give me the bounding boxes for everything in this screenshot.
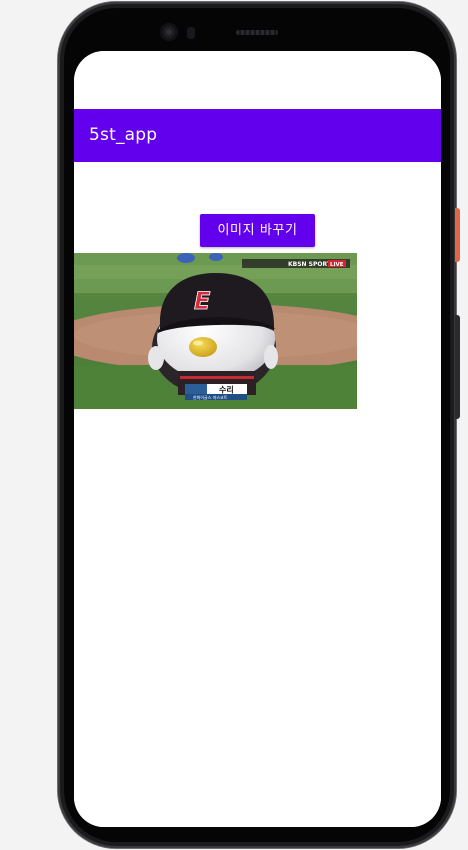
change-image-button[interactable]: 이미지 바꾸기 bbox=[200, 214, 315, 247]
earpiece-speaker bbox=[236, 30, 278, 35]
jersey-stripe bbox=[180, 376, 254, 379]
name-caption: 수리 한화이글스 마스코트 bbox=[185, 384, 247, 400]
player-shadow-left bbox=[177, 253, 195, 263]
live-badge: LIVE bbox=[330, 262, 344, 268]
phone-screen: 5st_app 이미지 바꾸기 KBSN SPORTS LIVE E 수리 한화… bbox=[74, 51, 441, 827]
caption-name: 수리 bbox=[219, 385, 234, 395]
mascot-photo: KBSN SPORTS LIVE E 수리 한화이글스 마스코트 bbox=[74, 253, 357, 409]
power-button[interactable] bbox=[455, 208, 460, 262]
volume-button[interactable] bbox=[455, 315, 460, 419]
mascot-right-wing bbox=[264, 345, 278, 369]
broadcast-overlay: KBSN SPORTS LIVE bbox=[242, 259, 350, 268]
mascot-beak-highlight bbox=[193, 340, 203, 346]
mascot-left-wing bbox=[148, 346, 164, 370]
emulator-window: 5st_app 이미지 바꾸기 KBSN SPORTS LIVE E 수리 한화… bbox=[0, 0, 468, 850]
mascot-beak bbox=[189, 337, 217, 357]
front-camera-icon bbox=[160, 23, 178, 41]
cap-logo: E bbox=[194, 287, 211, 315]
caption-tag bbox=[185, 384, 207, 394]
player-shadow-right bbox=[209, 253, 223, 261]
status-bar bbox=[74, 51, 441, 109]
caption-sub: 한화이글스 마스코트 bbox=[193, 394, 228, 400]
main-content: 이미지 바꾸기 KBSN SPORTS LIVE E 수리 한화이글스 마스코트 bbox=[74, 162, 441, 827]
proximity-sensor bbox=[187, 27, 195, 39]
app-bar: 5st_app bbox=[74, 109, 441, 162]
app-title: 5st_app bbox=[89, 125, 158, 145]
mascot-photo-image: KBSN SPORTS LIVE E 수리 한화이글스 마스코트 bbox=[74, 253, 357, 409]
